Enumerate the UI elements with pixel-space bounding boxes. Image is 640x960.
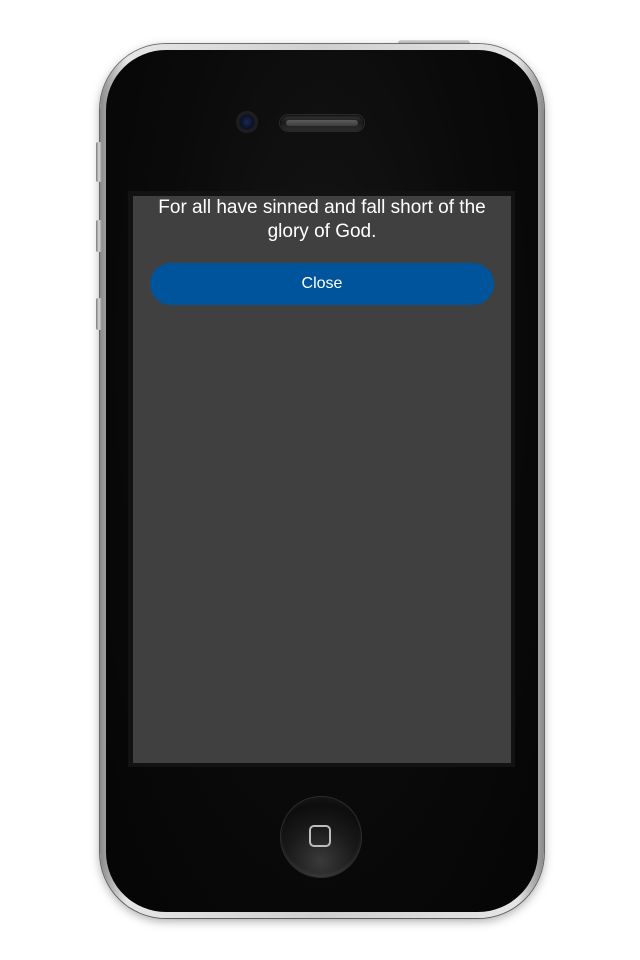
home-button[interactable]: [281, 797, 361, 877]
screen: For all have sinned and fall short of th…: [133, 196, 511, 763]
close-button[interactable]: Close: [150, 263, 494, 305]
home-button-icon: [309, 825, 331, 847]
camera-icon: [237, 112, 257, 132]
speaker-grille: [280, 115, 364, 131]
dialog-message: For all have sinned and fall short of th…: [158, 197, 486, 242]
volume-up-button[interactable]: [96, 220, 102, 252]
volume-down-button[interactable]: [96, 298, 102, 330]
mute-switch[interactable]: [96, 142, 102, 182]
